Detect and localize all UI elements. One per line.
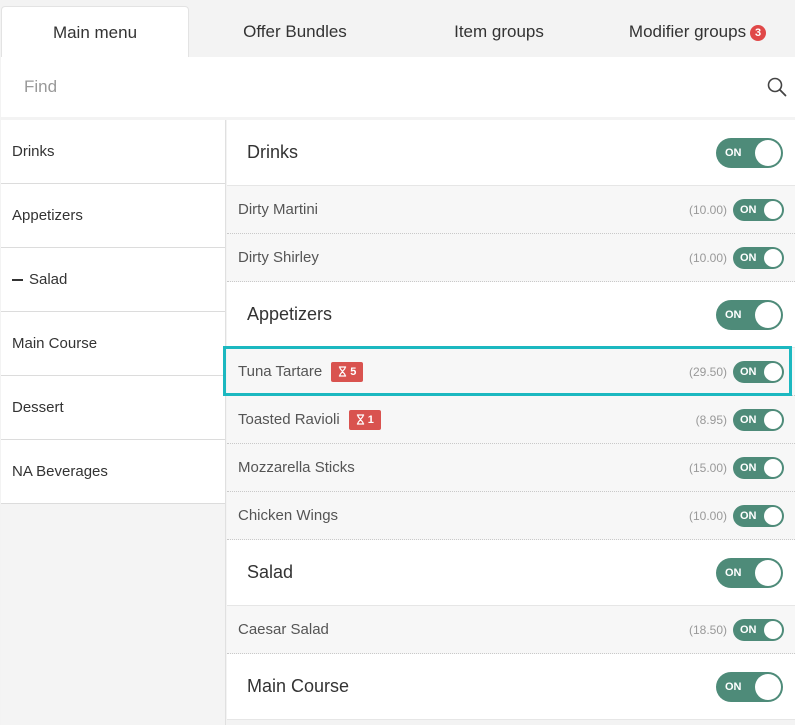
availability-toggle[interactable]: ON <box>733 456 784 479</box>
tab-main-menu[interactable]: Main menu <box>1 6 189 58</box>
sidebar-item-dessert[interactable]: Dessert <box>1 376 225 440</box>
toggle-knob <box>755 139 781 166</box>
item-price: (10.00) <box>688 508 727 523</box>
menu-item-row[interactable]: Toasted Ravioli 1 (8.95) ON <box>227 396 795 444</box>
hourglass-icon <box>339 366 347 377</box>
toggle-label: ON <box>740 623 757 636</box>
search-bar <box>1 57 795 117</box>
category-header-appetizers: Appetizers ON <box>227 282 795 348</box>
sidebar-item-label: NA Beverages <box>12 463 108 480</box>
item-price: (10.00) <box>688 202 727 217</box>
availability-toggle[interactable]: ON <box>733 360 784 383</box>
category-title: Salad <box>247 562 294 582</box>
notification-badge: 3 <box>750 24 767 41</box>
prep-time-badge: 5 <box>331 361 364 382</box>
hourglass-icon <box>356 414 364 425</box>
toggle-label: ON <box>725 308 742 321</box>
sidebar-item-label: Salad <box>29 271 68 288</box>
toggle-label: ON <box>740 509 757 522</box>
tab-item-groups[interactable]: Item groups <box>400 6 598 57</box>
toggle-knob <box>764 620 782 639</box>
toggle-label: ON <box>740 413 757 426</box>
sidebar-item-drinks[interactable]: Drinks <box>1 120 225 184</box>
item-price: (15.00) <box>688 460 727 475</box>
prep-time-badge: 1 <box>348 409 381 430</box>
toggle-label: ON <box>740 251 757 264</box>
toggle-knob <box>764 248 782 267</box>
sidebar-item-label: Appetizers <box>12 207 83 224</box>
item-price: (18.50) <box>688 622 727 637</box>
availability-toggle[interactable]: ON <box>716 557 783 588</box>
availability-toggle[interactable]: ON <box>733 246 784 269</box>
availability-toggle[interactable]: ON <box>716 299 783 330</box>
category-header-main-course: Main Course ON <box>227 654 795 720</box>
menu-item-row[interactable]: Chicken Wings (10.00) ON <box>227 492 795 540</box>
collapse-dash-icon <box>12 278 23 281</box>
item-name: Tuna Tartare <box>238 363 323 380</box>
tab-label: Modifier groups <box>628 21 747 41</box>
prep-badge-count: 1 <box>367 413 374 426</box>
item-name: Dirty Shirley <box>238 249 319 266</box>
toggle-knob <box>764 410 782 429</box>
menu-item-row[interactable]: Caesar Salad (18.50) ON <box>227 606 795 654</box>
item-name: Caesar Salad <box>238 621 329 638</box>
menu-item-row[interactable]: Tuna Tartare 5 (29.50) ON <box>227 348 795 396</box>
toggle-knob <box>764 458 782 477</box>
toggle-label: ON <box>725 566 742 579</box>
category-title: Drinks <box>247 142 299 162</box>
availability-toggle[interactable]: ON <box>733 504 784 527</box>
sidebar-item-na-beverages[interactable]: NA Beverages <box>1 440 225 504</box>
prep-badge-count: 5 <box>350 365 357 378</box>
item-name: Mozzarella Sticks <box>238 459 355 476</box>
sidebar-item-label: Main Course <box>12 335 98 352</box>
menu-item-row[interactable]: Dirty Shirley (10.00) ON <box>227 234 795 282</box>
category-header-drinks: Drinks ON <box>227 120 795 186</box>
toggle-label: ON <box>725 146 742 159</box>
category-title: Appetizers <box>247 304 333 324</box>
toggle-knob <box>764 200 782 219</box>
tab-label: Item groups <box>454 21 544 41</box>
item-price: (29.50) <box>688 364 727 379</box>
sidebar-item-main-course[interactable]: Main Course <box>1 312 225 376</box>
item-price: (10.00) <box>688 250 727 265</box>
item-name: Toasted Ravioli <box>238 411 340 428</box>
toggle-knob <box>755 673 781 700</box>
toggle-knob <box>764 506 782 525</box>
availability-toggle[interactable]: ON <box>733 408 784 431</box>
toggle-knob <box>755 559 781 586</box>
tab-offer-bundles[interactable]: Offer Bundles <box>195 6 395 57</box>
menu-item-row[interactable]: Dirty Martini (10.00) ON <box>227 186 795 234</box>
item-price: (8.95) <box>695 412 727 427</box>
sidebar-item-appetizers[interactable]: Appetizers <box>1 184 225 248</box>
category-title: Main Course <box>247 676 350 696</box>
tab-modifier-groups[interactable]: Modifier groups 3 <box>600 6 795 57</box>
availability-toggle[interactable]: ON <box>733 198 784 221</box>
category-header-salad: Salad ON <box>227 540 795 606</box>
search-input[interactable] <box>1 67 721 107</box>
item-name: Chicken Wings <box>238 507 339 524</box>
sidebar-item-label: Drinks <box>12 143 55 160</box>
item-name: Dirty Martini <box>238 201 319 218</box>
sidebar-item-salad[interactable]: Salad <box>1 248 225 312</box>
tab-label: Main menu <box>52 22 138 42</box>
tab-bar: Main menu Offer Bundles Item groups Modi… <box>0 6 795 58</box>
sidebar-item-label: Dessert <box>12 399 64 416</box>
toggle-label: ON <box>725 680 742 693</box>
search-icon[interactable] <box>767 77 787 97</box>
category-sidebar: Drinks Appetizers Salad Main Course Dessert N… <box>1 120 226 725</box>
toggle-knob <box>755 301 781 328</box>
menu-list: Drinks ON Dirty Martini (10.00) ON Dirty Shir… <box>227 120 795 725</box>
availability-toggle[interactable]: ON <box>733 618 784 641</box>
toggle-label: ON <box>740 365 757 378</box>
tab-label: Offer Bundles <box>243 21 347 41</box>
availability-toggle[interactable]: ON <box>716 137 783 168</box>
toggle-label: ON <box>740 461 757 474</box>
toggle-label: ON <box>740 203 757 216</box>
toggle-knob <box>764 362 782 381</box>
availability-toggle[interactable]: ON <box>716 671 783 702</box>
menu-item-row[interactable]: Mozzarella Sticks (15.00) ON <box>227 444 795 492</box>
